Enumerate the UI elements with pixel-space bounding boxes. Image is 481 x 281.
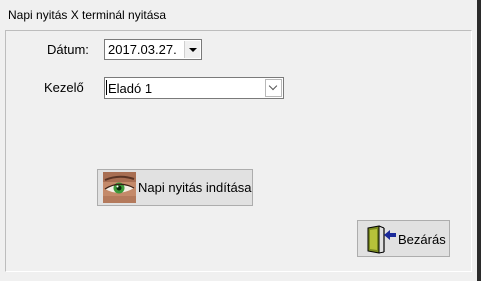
title-bar: Napi nyitás X terminál nyitása	[0, 0, 477, 30]
start-daily-opening-button[interactable]: Napi nyitás indítása	[97, 169, 253, 206]
close-button[interactable]: Bezárás	[357, 220, 450, 257]
operator-dropdown-button[interactable]	[265, 79, 282, 97]
close-button-label: Bezárás	[398, 232, 446, 247]
date-label: Dátum:	[47, 42, 89, 57]
dialog-window: Napi nyitás X terminál nyitása Dátum: 20…	[0, 0, 481, 281]
start-button-label: Napi nyitás indítása	[138, 180, 252, 195]
date-dropdown-button[interactable]	[184, 41, 200, 58]
chevron-down-icon	[268, 81, 278, 91]
text-caret	[106, 80, 107, 95]
exit-door-icon	[367, 225, 396, 254]
eye-icon	[103, 172, 136, 203]
operator-combobox[interactable]: Eladó 1	[104, 77, 284, 99]
triangle-down-icon	[189, 48, 197, 52]
date-picker[interactable]: 2017.03.27.	[104, 39, 202, 60]
operator-value[interactable]: Eladó 1	[108, 81, 152, 96]
operator-label: Kezelő	[44, 80, 84, 95]
date-value[interactable]: 2017.03.27.	[108, 42, 177, 57]
window-title: Napi nyitás X terminál nyitása	[8, 8, 167, 22]
